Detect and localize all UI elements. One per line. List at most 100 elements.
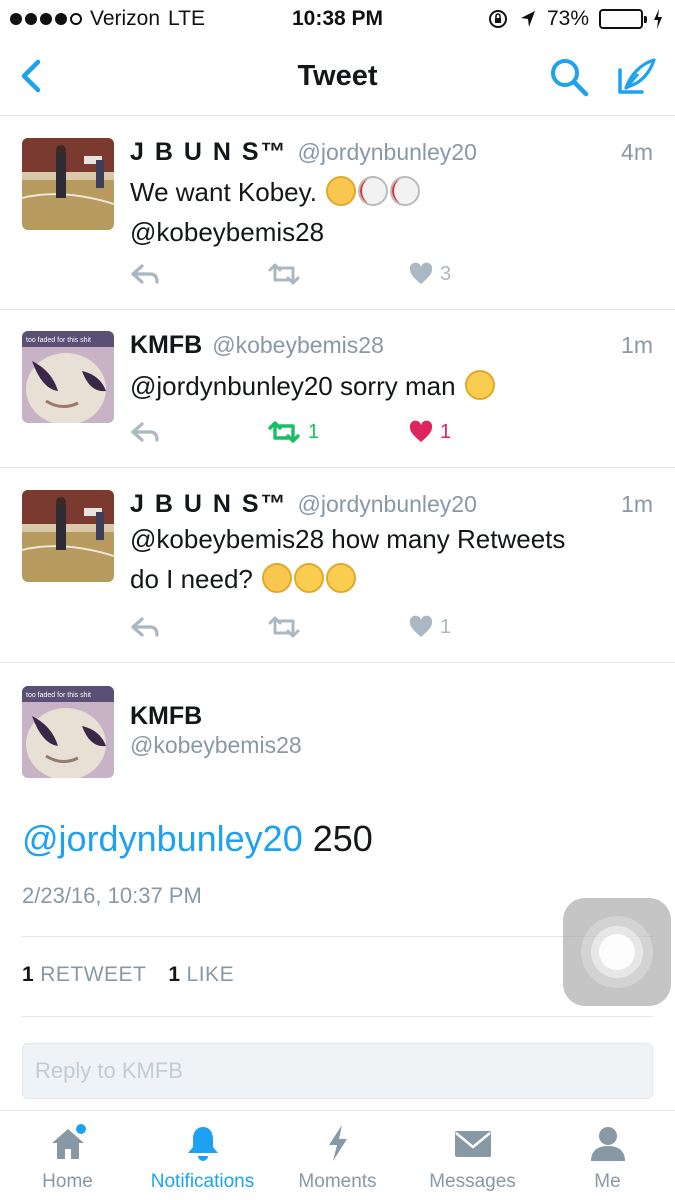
avatar[interactable]: too faded for this shit — [22, 331, 114, 423]
focused-tweet-author-name[interactable]: KMFB — [130, 702, 202, 731]
tab-label: Notifications — [150, 1171, 255, 1192]
avatar-caption: too faded for this shit — [26, 692, 91, 699]
tweet-timestamp: 1m — [621, 332, 653, 358]
tab-moments[interactable]: Moments — [270, 1123, 405, 1193]
compose-icon[interactable] — [612, 54, 658, 100]
tweet-item[interactable]: J B U N S™ @jordynbunley20 4m We want Ko… — [0, 116, 675, 310]
reply-icon — [131, 617, 159, 637]
tab-messages[interactable]: Messages — [405, 1123, 540, 1193]
heart-icon — [409, 262, 433, 284]
focused-tweet-date: 2/23/16, 10:37 PM — [22, 883, 202, 908]
tweet-author-handle[interactable]: @jordynbunley20 — [298, 491, 477, 518]
tweet-author-handle[interactable]: @jordynbunley20 — [298, 139, 477, 166]
retweet-icon — [268, 263, 300, 285]
tweet-actions: 3 — [130, 262, 530, 292]
reply-input[interactable] — [23, 1044, 652, 1098]
tears-of-joy-emoji-icon — [326, 176, 357, 206]
notification-dot — [75, 1124, 86, 1134]
rotation-lock-icon — [488, 10, 507, 28]
focused-tweet-author-handle[interactable]: @kobeybemis28 — [130, 732, 302, 759]
status-right: 73% — [487, 7, 663, 31]
avatar[interactable] — [22, 490, 114, 582]
tab-home[interactable]: Home — [0, 1123, 135, 1193]
reply-icon — [131, 264, 159, 284]
tweet-timestamp: 4m — [621, 139, 653, 165]
divider — [22, 936, 653, 937]
like-count: 1 — [440, 420, 452, 443]
tweet-mention[interactable]: @kobeybemis28 — [130, 212, 653, 252]
tweet-text-line: @jordynbunley20 sorry man — [130, 371, 456, 401]
tweet-timestamp: 1m — [621, 491, 653, 517]
tweet-author-name[interactable]: J B U N S™ — [130, 490, 288, 519]
baseball-emoji-icon — [358, 176, 389, 206]
reply-icon — [131, 422, 159, 442]
weary-face-emoji-icon — [294, 563, 325, 593]
retweet-count: 1 — [308, 420, 320, 443]
assistive-touch-button[interactable] — [563, 898, 671, 1006]
retweets-count: 1 — [22, 963, 35, 986]
focused-tweet-body: 250 — [302, 818, 373, 859]
like-button[interactable]: 1 — [408, 420, 451, 444]
tweet-text: @jordynbunley20 sorry man — [130, 366, 653, 406]
divider — [22, 1016, 653, 1017]
retweets-stat[interactable]: 1 RETWEET — [22, 963, 146, 987]
tab-me[interactable]: Me — [540, 1123, 675, 1193]
tab-label: Me — [594, 1171, 621, 1192]
like-count: 3 — [440, 262, 452, 285]
battery-icon — [599, 9, 647, 29]
retweets-label: RETWEET — [40, 963, 147, 986]
reply-bar — [22, 1043, 653, 1099]
heart-icon — [409, 615, 433, 637]
tab-label: Moments — [298, 1171, 377, 1192]
tab-label: Home — [42, 1171, 93, 1192]
reply-button[interactable] — [130, 615, 160, 639]
tears-of-joy-emoji-icon — [262, 563, 293, 593]
heart-icon — [409, 420, 433, 442]
tab-bar: Home Notifications Moments Messages Me — [0, 1110, 675, 1200]
tweet-author-name[interactable]: J B U N S™ — [130, 138, 288, 167]
focused-tweet-text: @jordynbunley20 250 — [22, 818, 373, 860]
tweet-item[interactable]: J B U N S™ @jordynbunley20 1m @kobeybemi… — [0, 468, 675, 663]
tweet-item[interactable]: too faded for this shit KMFB @kobeybemis… — [0, 310, 675, 468]
battery-percent: 73% — [546, 7, 589, 30]
tweet-text-line: We want Kobey. — [130, 177, 317, 207]
retweet-icon — [268, 421, 300, 443]
likes-stat[interactable]: 1 LIKE — [168, 963, 234, 987]
tweet-actions: 1 — [130, 615, 530, 645]
bell-icon — [187, 1127, 218, 1161]
envelope-icon — [454, 1131, 491, 1157]
location-arrow-icon — [520, 11, 535, 27]
confused-face-emoji-icon — [464, 370, 495, 400]
engagement-stats: 1 RETWEET 1 LIKE — [22, 963, 234, 987]
charging-bolt-icon — [654, 9, 662, 29]
retweet-button[interactable] — [266, 262, 308, 286]
retweet-button[interactable]: 1 — [266, 420, 319, 444]
home-icon — [51, 1124, 86, 1159]
like-button[interactable]: 3 — [408, 262, 451, 286]
reply-button[interactable] — [130, 420, 160, 444]
focused-tweet-mention[interactable]: @jordynbunley20 — [22, 818, 303, 859]
retweet-icon — [268, 616, 300, 638]
reply-button[interactable] — [130, 262, 160, 286]
tweet-text: @kobeybemis28 how many Retweets do I nee… — [130, 519, 653, 599]
tweet-text-line: do I need? — [130, 564, 253, 594]
tweet-text: We want Kobey. @kobeybemis28 — [130, 172, 653, 252]
status-bar: Verizon LTE 10:38 PM 73% — [0, 0, 675, 38]
tweet-author-handle[interactable]: @kobeybemis28 — [212, 332, 384, 359]
retweet-button[interactable] — [266, 615, 308, 639]
search-icon[interactable] — [548, 56, 590, 98]
avatar[interactable] — [22, 138, 114, 230]
tweet-author-name[interactable]: KMFB — [130, 331, 202, 360]
avatar-caption: too faded for this shit — [26, 337, 91, 344]
tab-notifications[interactable]: Notifications — [135, 1123, 270, 1193]
person-icon — [590, 1127, 625, 1161]
baseball-emoji-icon — [390, 176, 421, 206]
like-button[interactable]: 1 — [408, 615, 451, 639]
likes-label: LIKE — [186, 963, 235, 986]
tweet-actions: 1 1 — [130, 420, 530, 450]
avatar[interactable]: too faded for this shit — [22, 686, 114, 778]
nav-bar: Tweet — [0, 38, 675, 116]
like-count: 1 — [440, 615, 452, 638]
upside-down-face-emoji-icon — [326, 563, 357, 593]
tweet-text-line: @kobeybemis28 how many Retweets — [130, 524, 566, 554]
